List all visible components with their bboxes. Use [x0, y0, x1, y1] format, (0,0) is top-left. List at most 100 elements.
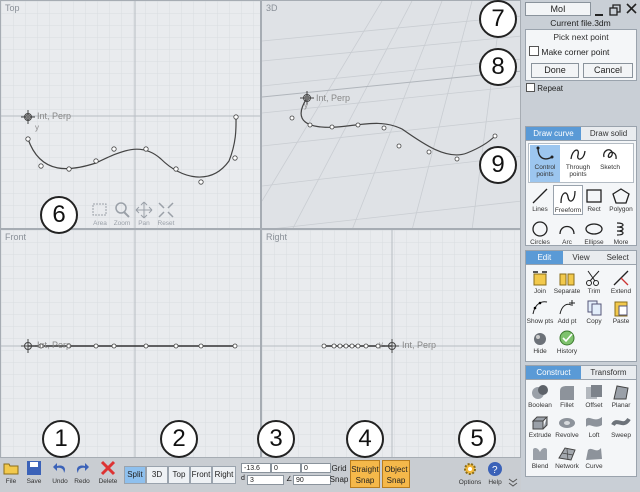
coord-x-field[interactable]: -13.6: [241, 463, 271, 473]
rect-tool[interactable]: Rect: [580, 187, 608, 213]
app-name-button[interactable]: MoI: [525, 2, 591, 16]
sketch-tool[interactable]: Sketch: [595, 145, 625, 171]
file-button[interactable]: File: [1, 460, 21, 485]
tab-select[interactable]: Select: [599, 251, 637, 265]
offset-tool[interactable]: Offset: [580, 383, 608, 409]
view-right-button[interactable]: Right: [212, 466, 236, 484]
freeform-tool[interactable]: Freeform: [553, 185, 583, 215]
straight-snap-button[interactable]: Straight Snap: [350, 460, 380, 488]
cancel-button[interactable]: Cancel: [583, 63, 633, 78]
edit-panel: Edit View Select Join Separate Trim Exte…: [525, 250, 637, 362]
history-tool[interactable]: History: [553, 329, 581, 355]
trim-tool[interactable]: Trim: [580, 269, 608, 295]
object-snap-button[interactable]: Object Snap: [382, 460, 410, 488]
blend-icon: [533, 447, 547, 460]
delete-button[interactable]: Delete: [95, 460, 121, 485]
redo-button[interactable]: Redo: [71, 460, 93, 485]
viewport-top-title: Top: [5, 3, 20, 13]
save-icon: [27, 461, 41, 475]
corner-checkbox-row[interactable]: Make corner point: [529, 46, 609, 57]
hide-tool[interactable]: Hide: [526, 329, 554, 355]
planar-tool[interactable]: Planar: [607, 383, 635, 409]
callout-7: 7: [479, 0, 517, 38]
freeform-icon: [560, 190, 576, 204]
view-top-button[interactable]: Top: [168, 466, 190, 484]
join-tool[interactable]: Join: [526, 269, 554, 295]
tab-construct[interactable]: Construct: [526, 366, 581, 380]
offset-icon: [586, 385, 602, 399]
arc-tool[interactable]: Arc: [553, 220, 581, 246]
blend-tool[interactable]: Blend: [526, 444, 554, 470]
view-3d-button[interactable]: 3D: [146, 466, 168, 484]
tab-draw-curve[interactable]: Draw curve: [526, 127, 581, 141]
close-icon[interactable]: [625, 2, 638, 15]
boolean-tool[interactable]: Boolean: [526, 383, 554, 409]
svg-text:?: ?: [492, 465, 498, 476]
rect-icon: [586, 189, 602, 203]
boolean-icon: [532, 385, 548, 399]
separate-tool[interactable]: Separate: [553, 269, 581, 295]
reset-tool[interactable]: Reset: [152, 201, 180, 227]
view-tools: Area Zoom Pan Reset: [86, 201, 181, 228]
grid-snap-button[interactable]: Grid Snap: [328, 460, 350, 488]
arc-icon: [559, 225, 575, 235]
through-points-tool[interactable]: Through points: [563, 145, 593, 178]
tab-edit[interactable]: Edit: [526, 251, 563, 265]
current-file: Current file.3dm: [550, 18, 611, 28]
control-points-tool[interactable]: Control points: [530, 145, 560, 182]
view-split-button[interactable]: Split: [124, 466, 146, 484]
extend-icon: [613, 270, 629, 286]
scissors-icon: [586, 270, 600, 286]
redo-icon: [76, 463, 89, 473]
fillet-tool[interactable]: Fillet: [553, 383, 581, 409]
chevron-down-icon[interactable]: [508, 474, 518, 487]
done-button[interactable]: Done: [531, 63, 579, 78]
circles-tool[interactable]: Circles: [526, 220, 554, 246]
ellipse-tool[interactable]: Ellipse: [580, 220, 608, 246]
through-points-icon: [570, 149, 586, 160]
repeat-checkbox-row[interactable]: Repeat: [526, 83, 563, 93]
reset-icon: [158, 202, 174, 218]
loft-tool[interactable]: Loft: [580, 413, 608, 439]
sweep-tool[interactable]: Sweep: [607, 413, 635, 439]
extend-tool[interactable]: Extend: [607, 269, 635, 295]
curve-tool[interactable]: Curve: [580, 444, 608, 470]
restore-icon[interactable]: [609, 3, 621, 16]
corner-checkbox[interactable]: [529, 46, 539, 56]
history-icon: [559, 330, 575, 346]
help-button[interactable]: ? Help: [485, 461, 505, 486]
viewport-3d-title: 3D: [266, 3, 278, 13]
options-button[interactable]: Options: [457, 461, 483, 486]
coord-y-field[interactable]: 0: [271, 463, 301, 473]
viewport-3d[interactable]: 3D Int, Perp y: [261, 0, 521, 229]
hide-icon: [534, 333, 546, 345]
copy-tool[interactable]: Copy: [580, 299, 608, 325]
view-front-button[interactable]: Front: [190, 466, 212, 484]
add-pt-tool[interactable]: Add pt: [553, 299, 581, 325]
more-tool[interactable]: More: [607, 220, 635, 246]
prompt-text: Pick next point: [553, 32, 609, 42]
revolve-tool[interactable]: Revolve: [553, 413, 581, 439]
save-button[interactable]: Save: [23, 460, 45, 485]
copy-icon: [587, 300, 602, 316]
minimize-icon[interactable]: [594, 4, 604, 16]
repeat-checkbox[interactable]: [526, 83, 535, 92]
tab-draw-solid[interactable]: Draw solid: [581, 127, 636, 141]
construct-tabs: Construct Transform: [526, 366, 636, 380]
undo-button[interactable]: Undo: [49, 460, 71, 485]
tab-view[interactable]: View: [562, 251, 600, 265]
paste-tool[interactable]: Paste: [607, 299, 635, 325]
show-pts-tool[interactable]: Show pts: [526, 299, 554, 325]
draw-panel: Draw curve Draw solid Control points Thr…: [525, 126, 637, 246]
extrude-tool[interactable]: Extrude: [526, 413, 554, 439]
viewport-top[interactable]: Top Int, Perp y Area Zoom Pan Reset: [0, 0, 261, 229]
polygon-tool[interactable]: Polygon: [607, 187, 635, 213]
distance-field[interactable]: 3: [247, 475, 284, 485]
lines-tool[interactable]: Lines: [526, 187, 554, 213]
viewport-front[interactable]: Front Int, Perp: [0, 229, 261, 458]
coord-z-field[interactable]: 0: [301, 463, 331, 473]
angle-field[interactable]: 90: [293, 475, 331, 485]
tab-transform[interactable]: Transform: [581, 366, 636, 380]
network-tool[interactable]: Network: [553, 444, 581, 470]
show-points-icon: [532, 301, 548, 315]
